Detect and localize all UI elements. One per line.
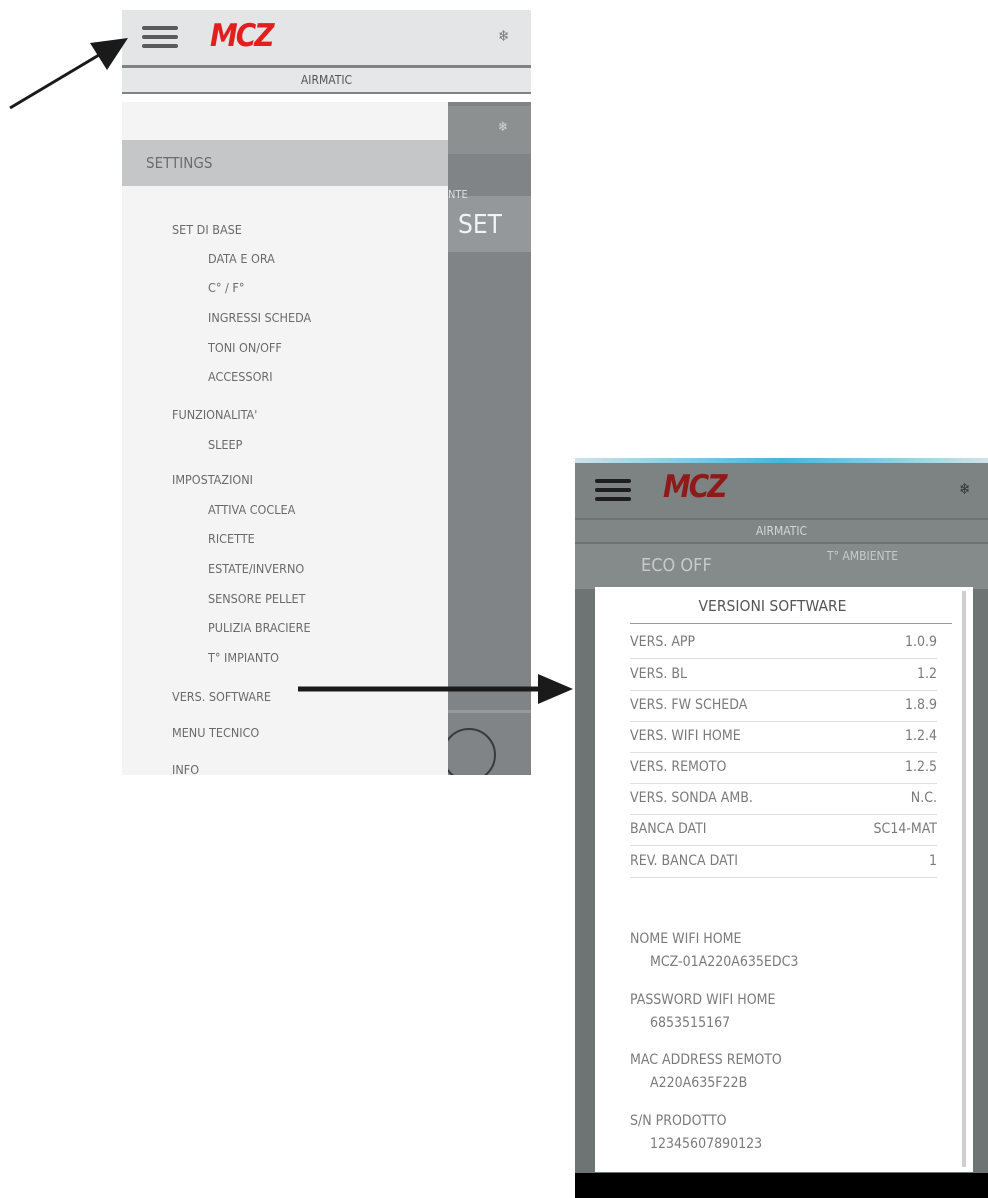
divider <box>630 623 952 624</box>
wifi-password-value: 6853515167 <box>650 1015 731 1031</box>
menu-item[interactable]: FUNZIONALITA' <box>172 407 257 422</box>
version-label: VERS. BL <box>630 666 687 682</box>
app-header: MCZ ❄ <box>122 10 531 65</box>
wifi-name-label: NOME WIFI HOME <box>630 931 742 947</box>
version-value: 1.2 <box>916 666 937 682</box>
right-phone-screen: MCZ ❄ AIRMATIC ECO OFF T° AMBIENTE VERSI… <box>575 458 988 1198</box>
arrow-to-menu-icon <box>9 38 128 110</box>
left-phone-screen: MCZ ❄ AIRMATIC ❄ NTE SET SETTINGS SET DI… <box>122 10 531 775</box>
version-label: VERS. APP <box>630 634 696 650</box>
version-value: 1 <box>928 853 937 869</box>
divider <box>448 710 531 713</box>
bottom-bar <box>575 1173 988 1198</box>
snowflake-icon[interactable]: ❄ <box>959 480 970 498</box>
menu-item[interactable]: SENSORE PELLET <box>208 591 306 606</box>
version-label: VERS. WIFI HOME <box>630 728 741 744</box>
room-temp-label: T° AMBIENTE <box>827 549 899 563</box>
version-value: 1.0.9 <box>904 634 937 650</box>
version-row: VERS. SONDA AMB. N.C. <box>630 783 937 815</box>
menu-item[interactable]: MENU TECNICO <box>172 725 259 740</box>
menu-item[interactable]: PULIZIA BRACIERE <box>208 620 311 635</box>
model-subtitle: AIRMATIC <box>575 520 988 542</box>
version-row: REV. BANCA DATI 1 <box>630 846 937 878</box>
mcz-logo: MCZ <box>663 469 727 505</box>
version-row: VERS. BL 1.2 <box>630 659 937 691</box>
serial-number-value: 12345607890123 <box>650 1136 763 1152</box>
app-header: MCZ ❄ <box>575 463 988 518</box>
background-toolbar: ❄ <box>448 106 531 154</box>
menu-item[interactable]: INGRESSI SCHEDA <box>208 310 311 325</box>
wifi-password-label: PASSWORD WIFI HOME <box>630 992 776 1008</box>
model-subtitle: AIRMATIC <box>122 68 531 92</box>
eco-mode-label: ECO OFF <box>641 555 712 576</box>
version-label: REV. BANCA DATI <box>630 853 738 869</box>
settings-header: SETTINGS <box>122 140 448 186</box>
menu-item[interactable]: INFO <box>172 762 199 775</box>
divider <box>122 94 531 102</box>
menu-item[interactable]: C° / F° <box>208 280 245 295</box>
menu-item[interactable]: IMPOSTAZIONI <box>172 472 253 487</box>
dialog-title: VERSIONI SOFTWARE <box>698 597 847 615</box>
menu-item[interactable]: ESTATE/INVERNO <box>208 561 304 576</box>
version-row: VERS. APP 1.0.9 <box>630 627 937 659</box>
menu-item[interactable]: SLEEP <box>208 437 242 452</box>
menu-item[interactable]: DATA E ORA <box>208 251 275 266</box>
background-label: NTE <box>448 188 468 201</box>
snowflake-icon[interactable]: ❄ <box>498 27 509 45</box>
menu-item[interactable]: ACCESSORI <box>208 369 273 384</box>
mcz-logo: MCZ <box>210 18 274 54</box>
version-label: VERS. SONDA AMB. <box>630 790 753 806</box>
version-row: VERS. REMOTO 1.2.5 <box>630 752 937 784</box>
settings-drawer: SETTINGS SET DI BASE DATA E ORA C° / F° ING… <box>122 102 448 775</box>
menu-item[interactable]: ATTIVA COCLEA <box>208 502 295 517</box>
version-value: SC14-MAT <box>873 821 937 837</box>
menu-item[interactable]: VERS. SOFTWARE <box>172 689 271 704</box>
power-button <box>442 728 496 775</box>
version-label: VERS. FW SCHEDA <box>630 697 748 713</box>
software-versions-dialog: VERSIONI SOFTWARE VERS. APP 1.0.9 VERS. … <box>595 587 973 1172</box>
snowflake-icon: ❄ <box>498 120 508 135</box>
background-set-label: SET <box>458 210 502 240</box>
menu-item[interactable]: SET DI BASE <box>172 222 242 237</box>
menu-item[interactable]: TONI ON/OFF <box>208 340 282 355</box>
status-band <box>575 544 988 589</box>
version-value: 1.8.9 <box>904 697 937 713</box>
dialog-scrollbar[interactable] <box>962 591 966 1167</box>
version-row: VERS. FW SCHEDA 1.8.9 <box>630 690 937 722</box>
serial-number-label: S/N PRODOTTO <box>630 1113 727 1129</box>
version-row: BANCA DATI SC14-MAT <box>630 814 937 846</box>
version-row: VERS. WIFI HOME 1.2.4 <box>630 721 937 753</box>
version-value: N.C. <box>910 790 937 806</box>
version-label: BANCA DATI <box>630 821 707 837</box>
hamburger-menu-icon[interactable] <box>595 479 631 503</box>
wifi-name-value: MCZ-01A220A635EDC3 <box>650 954 799 970</box>
menu-item[interactable]: RICETTE <box>208 531 255 546</box>
version-value: 1.2.4 <box>904 728 937 744</box>
mac-address-value: A220A635F22B <box>650 1075 748 1091</box>
mac-address-label: MAC ADDRESS REMOTO <box>630 1052 782 1068</box>
hamburger-menu-icon[interactable] <box>142 26 178 50</box>
version-label: VERS. REMOTO <box>630 759 727 775</box>
version-value: 1.2.5 <box>904 759 937 775</box>
menu-item[interactable]: T° IMPIANTO <box>208 650 279 665</box>
